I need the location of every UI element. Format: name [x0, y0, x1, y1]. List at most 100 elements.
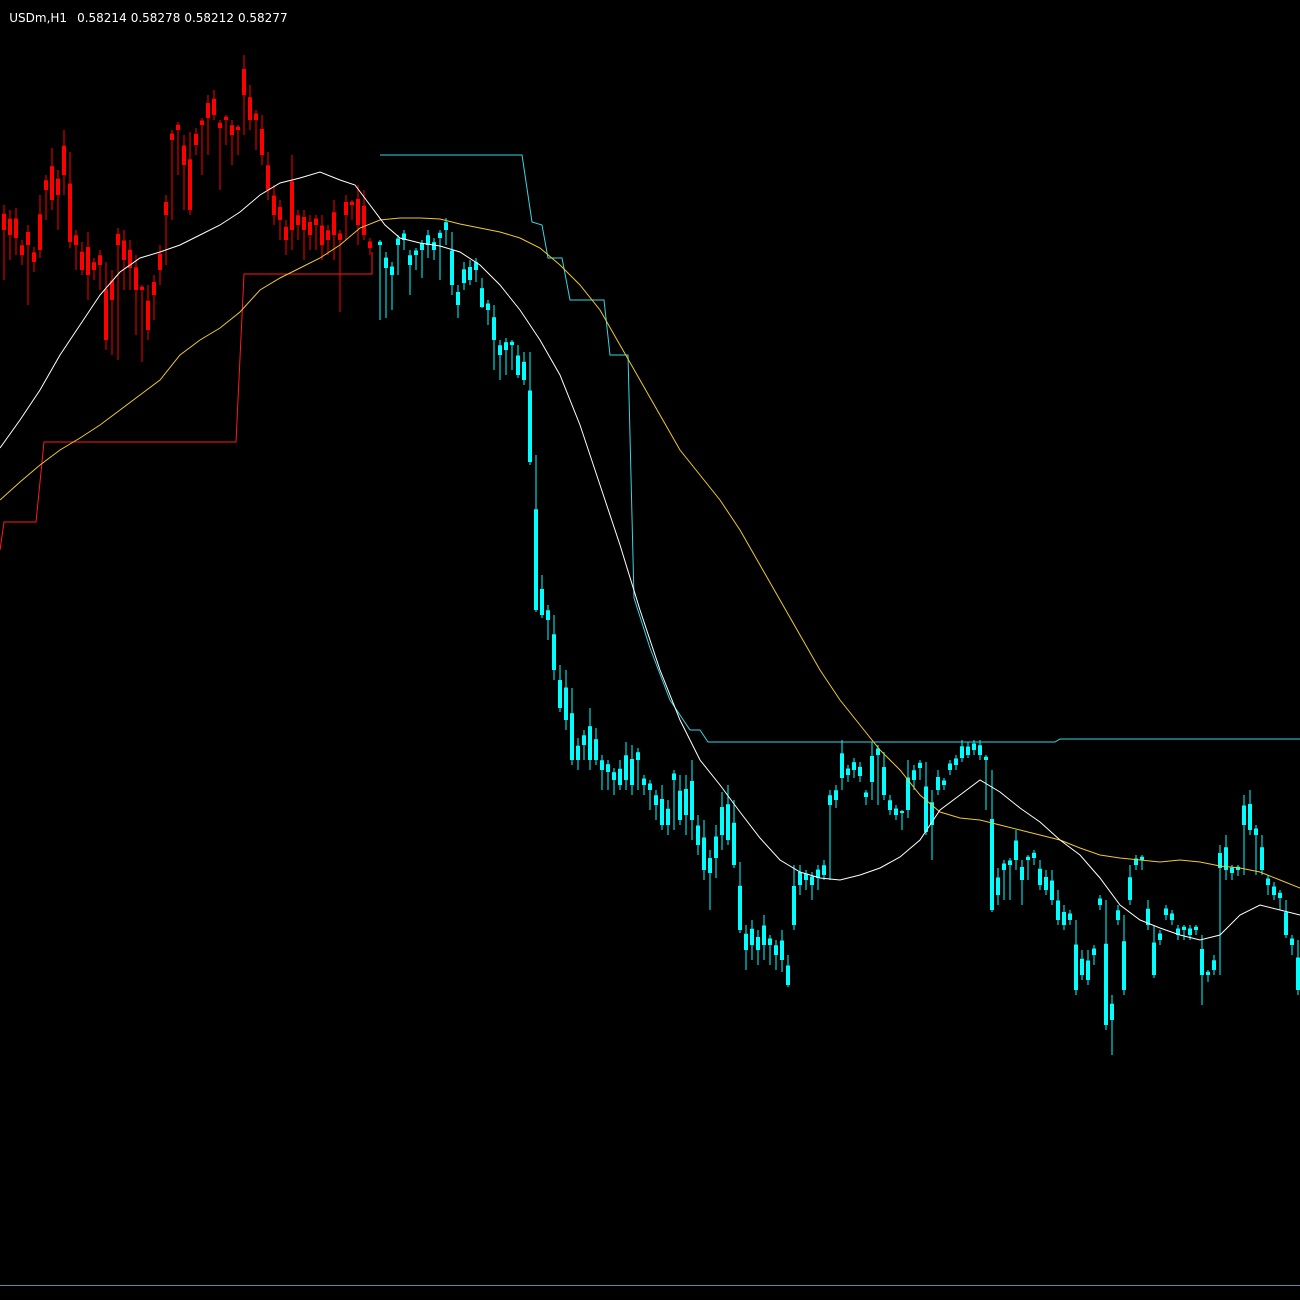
candle-body: [492, 317, 496, 340]
candle-body: [170, 133, 174, 140]
candle-body: [642, 778, 646, 785]
candle-body: [942, 780, 946, 785]
candle: [750, 920, 754, 960]
candle: [612, 768, 616, 795]
candle: [1008, 858, 1012, 900]
candle-body: [966, 746, 970, 755]
candle: [570, 688, 574, 765]
candle-body: [1278, 892, 1282, 898]
candle: [1224, 835, 1228, 880]
candle-body: [612, 772, 616, 780]
candle-body: [972, 743, 976, 750]
candle: [1014, 830, 1018, 870]
candle: [576, 738, 580, 770]
candle: [918, 760, 922, 780]
candle-body: [194, 133, 198, 145]
candle: [1002, 860, 1006, 900]
candle: [176, 122, 180, 175]
candle: [684, 775, 688, 835]
candle: [948, 760, 952, 775]
price-chart[interactable]: [0, 0, 1300, 1300]
candle-body: [86, 247, 90, 275]
candle-body: [756, 937, 760, 950]
candle-body: [230, 125, 234, 135]
candle: [636, 748, 640, 790]
candle: [690, 760, 694, 840]
candle: [900, 810, 904, 830]
candle-body: [20, 245, 24, 255]
candle-body: [894, 808, 898, 815]
candle: [50, 148, 54, 210]
candle-body: [744, 933, 748, 950]
candle-body: [116, 233, 120, 245]
candle-body: [450, 250, 454, 285]
candle-body: [242, 69, 246, 95]
candle-body: [362, 205, 366, 235]
candle: [1122, 915, 1126, 995]
candle: [942, 778, 946, 790]
candle-body: [420, 243, 424, 250]
candle-body: [558, 680, 562, 708]
candle-body: [630, 759, 634, 785]
candle: [1032, 850, 1036, 865]
candle-body: [936, 777, 940, 790]
candle-body: [92, 262, 96, 270]
candle-body: [780, 940, 784, 960]
candle-body: [1002, 863, 1006, 870]
candle: [1170, 910, 1174, 925]
candle: [528, 352, 532, 465]
candle-body: [1116, 910, 1120, 920]
candle-body: [122, 240, 126, 260]
candle: [864, 790, 868, 805]
candle: [420, 240, 424, 278]
candle-body: [1206, 971, 1210, 975]
candle-body: [456, 292, 460, 305]
candle-body: [468, 267, 472, 280]
candle-body: [80, 251, 84, 270]
candle-body: [314, 218, 318, 225]
candle: [1176, 925, 1180, 940]
candle: [122, 230, 126, 290]
candle: [26, 225, 30, 305]
candle-body: [206, 103, 210, 118]
candle-body: [408, 255, 412, 265]
candle-body: [588, 726, 592, 760]
candle-body: [1104, 943, 1108, 1025]
candle-body: [696, 825, 700, 845]
candle: [1248, 790, 1252, 835]
candle-body: [1230, 867, 1234, 873]
candle: [338, 230, 342, 312]
candle: [852, 758, 856, 778]
candle-body: [1122, 941, 1126, 990]
candle: [762, 915, 766, 960]
candle: [630, 745, 634, 795]
candle-body: [1092, 948, 1096, 955]
candle: [1080, 950, 1084, 980]
candle: [450, 232, 454, 295]
candle-body: [1212, 960, 1216, 970]
candle-body: [1008, 860, 1012, 865]
candle: [1242, 795, 1246, 875]
candle: [978, 740, 982, 760]
candle-body: [1098, 898, 1102, 905]
candle: [1278, 890, 1282, 910]
candle: [194, 128, 198, 155]
candle-body: [486, 303, 490, 310]
candle-body: [1266, 878, 1270, 885]
candle: [996, 868, 1000, 905]
candle-body: [666, 808, 670, 825]
candle-body: [594, 739, 598, 760]
candle: [468, 260, 472, 285]
candle: [188, 132, 192, 215]
candle-body: [266, 165, 270, 190]
candle-body: [1032, 852, 1036, 858]
candle-body: [378, 241, 382, 245]
candle-body: [564, 687, 568, 720]
candle-body: [1164, 908, 1168, 915]
candle: [624, 742, 628, 790]
chart-window[interactable]: USDm,H1 0.58214 0.58278 0.58212 0.58277: [0, 0, 1300, 1300]
trailing-stop-low-layer: [0, 252, 373, 551]
candle: [504, 338, 508, 375]
candle: [344, 195, 348, 240]
candle: [486, 300, 490, 325]
